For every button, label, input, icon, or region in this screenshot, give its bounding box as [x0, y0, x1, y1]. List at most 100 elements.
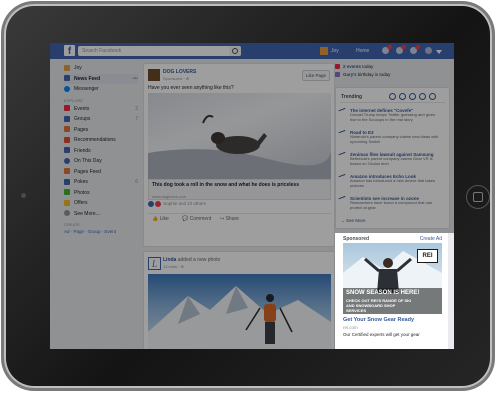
- recommendations-icon: [64, 136, 70, 143]
- sidebar-item-recommendations[interactable]: Recommendations: [64, 135, 138, 146]
- trending-desc: Donald Trump keeps Twitter guessing and …: [350, 112, 436, 122]
- poster-name[interactable]: Linda: [163, 257, 176, 263]
- rei-logo: REI: [417, 249, 438, 263]
- link-preview[interactable]: This dog took a roll in the snow and wha…: [148, 179, 331, 200]
- sidebar-item-news-feed[interactable]: News Feed •••: [64, 73, 138, 85]
- like-button[interactable]: 👍 Like: [152, 216, 169, 222]
- trending-item[interactable]: The internet defines "Covefe" Donald Trum…: [338, 107, 442, 126]
- sidebar-item-groups[interactable]: Groups 7: [64, 114, 138, 125]
- sidebar-item-label: Offers: [74, 200, 88, 206]
- sidebar-item-label: Joy: [74, 65, 82, 71]
- trending-see-more[interactable]: ⌄ See More: [341, 218, 366, 224]
- link-title: This dog took a roll in the snow and wha…: [152, 182, 299, 188]
- reactions-text: Sophie and 10 others: [163, 201, 207, 207]
- sponsored-label: Sponsored · ⊕: [163, 76, 190, 81]
- ad-headline: SNOW SEASON IS HERE!: [346, 290, 420, 296]
- trending-card: Trending The internet defines "Covefe" Do…: [335, 87, 450, 229]
- ad-title[interactable]: Get Your Snow Gear Ready: [343, 317, 414, 323]
- sidebar-item-label: News Feed: [74, 75, 101, 82]
- right-column: 2 events today Gary's birthday is today: [335, 63, 448, 79]
- trending-arrow-icon: [338, 129, 347, 137]
- pages-feed-icon: [64, 168, 70, 175]
- trending-heading: Trending: [341, 94, 363, 100]
- profile-name: Joy: [331, 48, 339, 54]
- chevron-down-icon[interactable]: [436, 50, 442, 54]
- trending-entertainment-icon[interactable]: [429, 93, 436, 100]
- home-link[interactable]: Home: [356, 46, 369, 56]
- mountain-illustration: [148, 286, 331, 349]
- search-icon[interactable]: [229, 46, 241, 56]
- share-button[interactable]: ↪ Share: [220, 216, 239, 222]
- trending-top-icon[interactable]: [389, 93, 396, 100]
- page-name[interactable]: DOG LOVERS: [163, 69, 196, 75]
- avatar: [320, 46, 328, 55]
- trending-item[interactable]: Scientists see increase in ozone Research…: [338, 195, 442, 214]
- birthday-reminder[interactable]: Gary's birthday is today: [335, 71, 448, 79]
- sidebar-item-messenger[interactable]: Messenger: [64, 84, 138, 95]
- sidebar-item-label: Friends: [74, 147, 91, 154]
- trending-desc: Researchers have found a compound that c…: [350, 200, 433, 210]
- sidebar-item-label: Photos: [74, 189, 90, 196]
- sidebar-see-more[interactable]: See More...: [64, 209, 138, 220]
- sidebar-item-label: Pages: [74, 126, 89, 133]
- gift-icon: [335, 72, 340, 78]
- count: 7: [135, 116, 138, 122]
- sidebar-item-offers[interactable]: Offers: [64, 198, 138, 209]
- home-button[interactable]: [466, 185, 490, 209]
- sponsored-ad[interactable]: Sponsored Create Ad REI SNOW SEASON IS H…: [335, 233, 448, 349]
- ad-description: Our Certified experts will get your gear: [343, 332, 420, 337]
- create-ad-link[interactable]: Create Ad: [420, 236, 442, 242]
- sidebar-item-friends[interactable]: Friends: [64, 146, 138, 157]
- avatar[interactable]: [148, 69, 160, 81]
- dog-snow-photo[interactable]: [148, 93, 331, 179]
- like-reaction-icon: [148, 201, 154, 207]
- profile-link[interactable]: Joy: [320, 46, 339, 56]
- sidebar-item-on-this-day[interactable]: On This Day: [64, 156, 138, 167]
- post-actions: 👍 Like 💬 Comment ↪ Share: [148, 213, 331, 224]
- sidebar-item-label: Pokes: [74, 179, 88, 185]
- sidebar-item-label: Pages Feed: [74, 168, 101, 175]
- search-input[interactable]: Search Facebook: [78, 46, 241, 56]
- trending-item[interactable]: Amazon introduces Echo Look Amazon has in…: [338, 173, 442, 192]
- trending-science-icon[interactable]: [409, 93, 416, 100]
- poke-icon: [64, 178, 70, 185]
- sidebar-item-pages-feed[interactable]: Pages Feed: [64, 167, 138, 178]
- sidebar-item-label: Recommendations: [74, 137, 116, 143]
- post-card: L Linda added a new photo 13 mins · ⊕: [143, 251, 335, 349]
- trending-arrow-icon: [338, 151, 347, 159]
- trending-item[interactable]: Zenimax files lawsuit against Samsung Bet…: [338, 151, 442, 170]
- sidebar-item-label: Events: [74, 105, 90, 112]
- count: 6: [135, 179, 138, 185]
- sidebar-item-profile[interactable]: Joy: [64, 63, 138, 74]
- facebook-screen: f Search Facebook Joy Home Joy News Feed…: [50, 43, 454, 349]
- events-reminder[interactable]: 2 events today: [335, 63, 448, 71]
- post-header: Linda added a new photo: [163, 257, 220, 263]
- reactions-summary[interactable]: Sophie and 10 others: [148, 201, 206, 207]
- sidebar-item-events[interactable]: Events 2: [64, 104, 138, 115]
- mountain-photo[interactable]: [148, 274, 331, 349]
- pages-icon: [64, 126, 70, 133]
- help-icon[interactable]: [425, 47, 432, 54]
- sidebar-item-pages[interactable]: Pages: [64, 125, 138, 136]
- trending-politics-icon[interactable]: [399, 93, 406, 100]
- create-links[interactable]: Ad · Page · Group · Event: [64, 228, 138, 235]
- chevron-down-icon: [64, 210, 70, 217]
- sidebar-item-photos[interactable]: Photos: [64, 188, 138, 199]
- sidebar-item-pokes[interactable]: Pokes 6: [64, 177, 138, 188]
- sidebar-item-label: Groups: [74, 116, 91, 122]
- like-page-button[interactable]: Like Page: [301, 70, 330, 81]
- trending-item[interactable]: Road to E3 Nintendo's parent company clai…: [338, 129, 442, 148]
- trending-sports-icon[interactable]: [419, 93, 426, 100]
- facebook-logo[interactable]: f: [64, 45, 75, 57]
- avatar[interactable]: L: [148, 257, 161, 270]
- groups-icon: [64, 115, 70, 122]
- comment-button[interactable]: 💬 Comment: [182, 216, 211, 222]
- trending-desc: Bethesda's parent company claims Gear VR…: [350, 156, 433, 166]
- ad-subtext: CHECK OUT REI'S RANGE OF SKI AND SNOWBOA…: [346, 298, 412, 313]
- ad-image[interactable]: REI SNOW SEASON IS HERE! CHECK OUT REI'S…: [343, 243, 442, 314]
- sidebar-item-label: See More...: [74, 210, 100, 217]
- events-icon: [64, 105, 70, 112]
- more-options-icon[interactable]: •••: [133, 74, 138, 85]
- divider: [340, 102, 445, 103]
- notification-badge: [415, 45, 420, 49]
